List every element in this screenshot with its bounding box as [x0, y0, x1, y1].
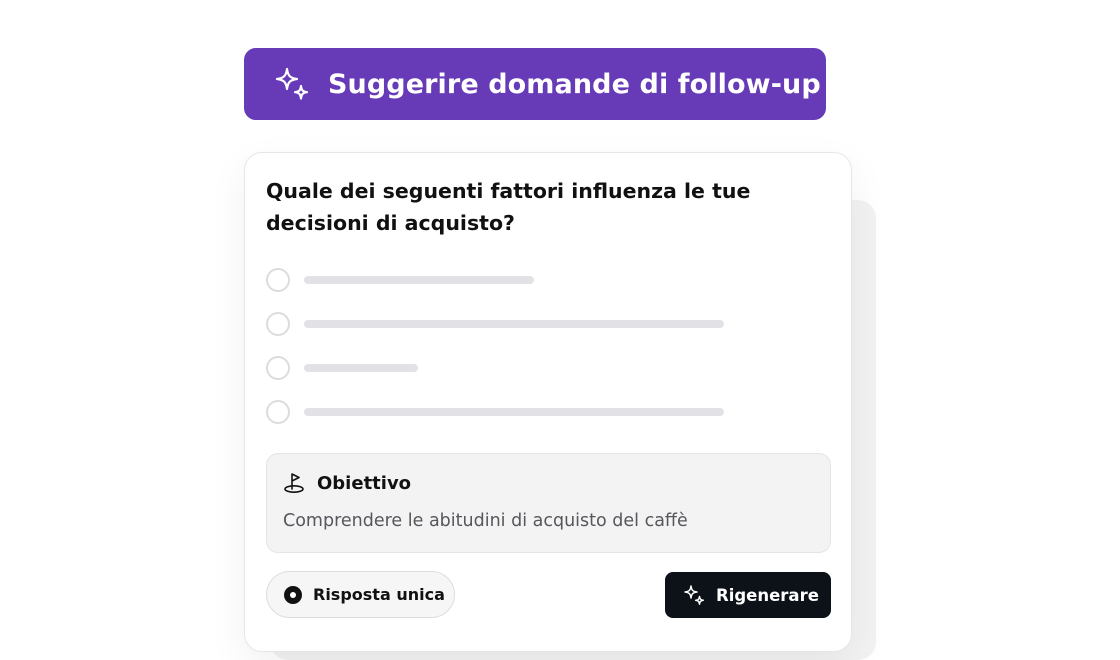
goal-header: Obiettivo: [283, 472, 411, 494]
radio-button[interactable]: [266, 312, 290, 336]
option-placeholder-line: [304, 364, 418, 372]
regenerate-button[interactable]: Rigenerare: [665, 572, 831, 618]
golf-flag-icon: [283, 472, 305, 494]
option-placeholder-line: [304, 320, 724, 328]
radio-button[interactable]: [266, 268, 290, 292]
radio-selected-icon: [284, 585, 302, 604]
option-placeholder-line: [304, 276, 534, 284]
sparkles-icon: [683, 584, 705, 606]
banner-title: Suggerire domande di follow-up: [328, 68, 821, 100]
answer-option-1[interactable]: [266, 265, 534, 295]
radio-button[interactable]: [266, 400, 290, 424]
answer-option-2[interactable]: [266, 309, 724, 339]
answer-type-label: Risposta unica: [313, 585, 445, 604]
suggest-followup-banner[interactable]: Suggerire domande di follow-up: [244, 48, 826, 120]
goal-label: Obiettivo: [317, 472, 412, 494]
radio-button[interactable]: [266, 356, 290, 380]
goal-box: Obiettivo Comprendere le abitudini di ac…: [266, 453, 831, 553]
answer-option-3[interactable]: [266, 353, 418, 383]
question-text: Quale dei seguenti fattori influenza le …: [266, 179, 751, 235]
sparkles-icon: [274, 66, 310, 102]
regenerate-label: Rigenerare: [716, 585, 819, 605]
answer-type-selector[interactable]: Risposta unica: [266, 571, 455, 618]
question-card: Quale dei seguenti fattori influenza le …: [244, 152, 852, 652]
goal-description: Comprendere le abitudini di acquisto del…: [283, 511, 688, 531]
option-placeholder-line: [304, 408, 724, 416]
answer-option-4[interactable]: [266, 397, 724, 427]
